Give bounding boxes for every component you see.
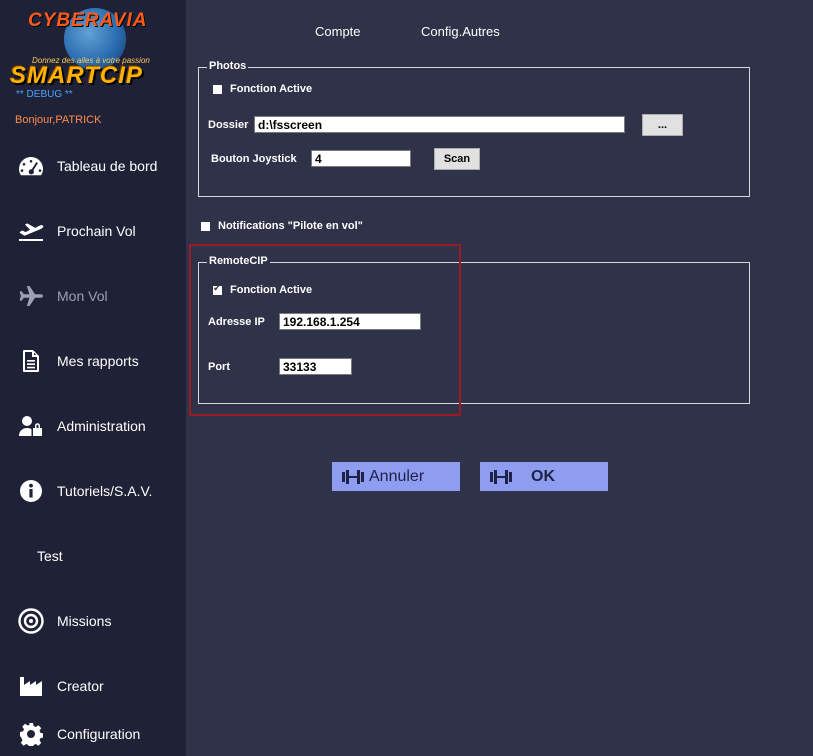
document-icon [16,349,46,373]
plane-icon [16,285,46,307]
checkbox-box [201,221,210,231]
notifications-label: Notifications "Pilote en vol" [218,220,363,232]
sidebar-item-label: Configuration [57,726,141,742]
user-lock-icon [16,415,46,437]
sidebar-item-my-flight[interactable]: Mon Vol [0,276,186,316]
plane-departure-icon [16,220,46,242]
sidebar-item-label: Missions [57,613,112,629]
sidebar-item-dashboard[interactable]: Tableau de bord [0,146,186,186]
logo-top-text: CYBERAVIA [28,10,148,31]
sidebar-item-label: Prochain Vol [57,223,136,239]
logo-main-text: SMARTCIP [10,62,143,89]
debug-label: ** DEBUG ** [16,89,73,100]
photos-active-checkbox[interactable]: Fonction Active [213,83,312,95]
photos-active-label: Fonction Active [230,83,313,95]
dumbbell-icon [489,469,513,485]
ok-label: OK [531,467,555,485]
tab-config-autres[interactable]: Config.Autres [421,24,500,39]
sidebar-item-label: Administration [57,418,146,434]
sidebar-item-configuration[interactable]: Configuration [0,714,186,754]
sidebar: CYBERAVIA Donnez des ailes à votre passi… [0,0,186,756]
joystick-input[interactable] [311,150,411,167]
app-logo: CYBERAVIA Donnez des ailes à votre passi… [6,6,182,89]
gear-icon [16,722,46,746]
dumbbell-icon [341,469,365,485]
sidebar-item-reports[interactable]: Mes rapports [0,341,186,381]
sidebar-item-label: Tutoriels/S.A.V. [57,483,153,499]
sidebar-item-label: Mes rapports [57,353,139,369]
sidebar-item-label: Test [37,548,63,564]
cancel-button[interactable]: Annuler [332,462,460,491]
scan-button[interactable]: Scan [434,148,480,170]
greeting: Bonjour,PATRICK [15,114,102,126]
tab-compte[interactable]: Compte [315,24,361,39]
checkbox-box [213,84,222,94]
cancel-label: Annuler [369,467,425,485]
factory-icon [16,675,46,697]
folder-label: Dossier [208,119,249,131]
folder-input[interactable] [254,116,625,133]
ok-button[interactable]: OK [480,462,608,491]
sidebar-item-label: Creator [57,678,104,694]
highlight-box [189,244,461,416]
dashboard-icon [16,155,46,177]
notifications-checkbox[interactable]: Notifications "Pilote en vol" [201,220,363,232]
sidebar-item-administration[interactable]: Administration [0,406,186,446]
sidebar-item-tutorials[interactable]: Tutoriels/S.A.V. [0,471,186,511]
joystick-label: Bouton Joystick [211,153,297,165]
info-icon [16,479,46,503]
photos-group-title: Photos [207,60,249,72]
target-icon [16,608,46,634]
sidebar-item-label: Mon Vol [57,288,108,304]
sidebar-item-creator[interactable]: Creator [0,666,186,706]
sidebar-item-missions[interactable]: Missions [0,601,186,641]
sidebar-item-test[interactable]: Test [0,536,186,576]
browse-button[interactable]: ... [642,114,683,136]
sidebar-item-label: Tableau de bord [57,158,158,174]
sidebar-item-next-flight[interactable]: Prochain Vol [0,211,186,251]
